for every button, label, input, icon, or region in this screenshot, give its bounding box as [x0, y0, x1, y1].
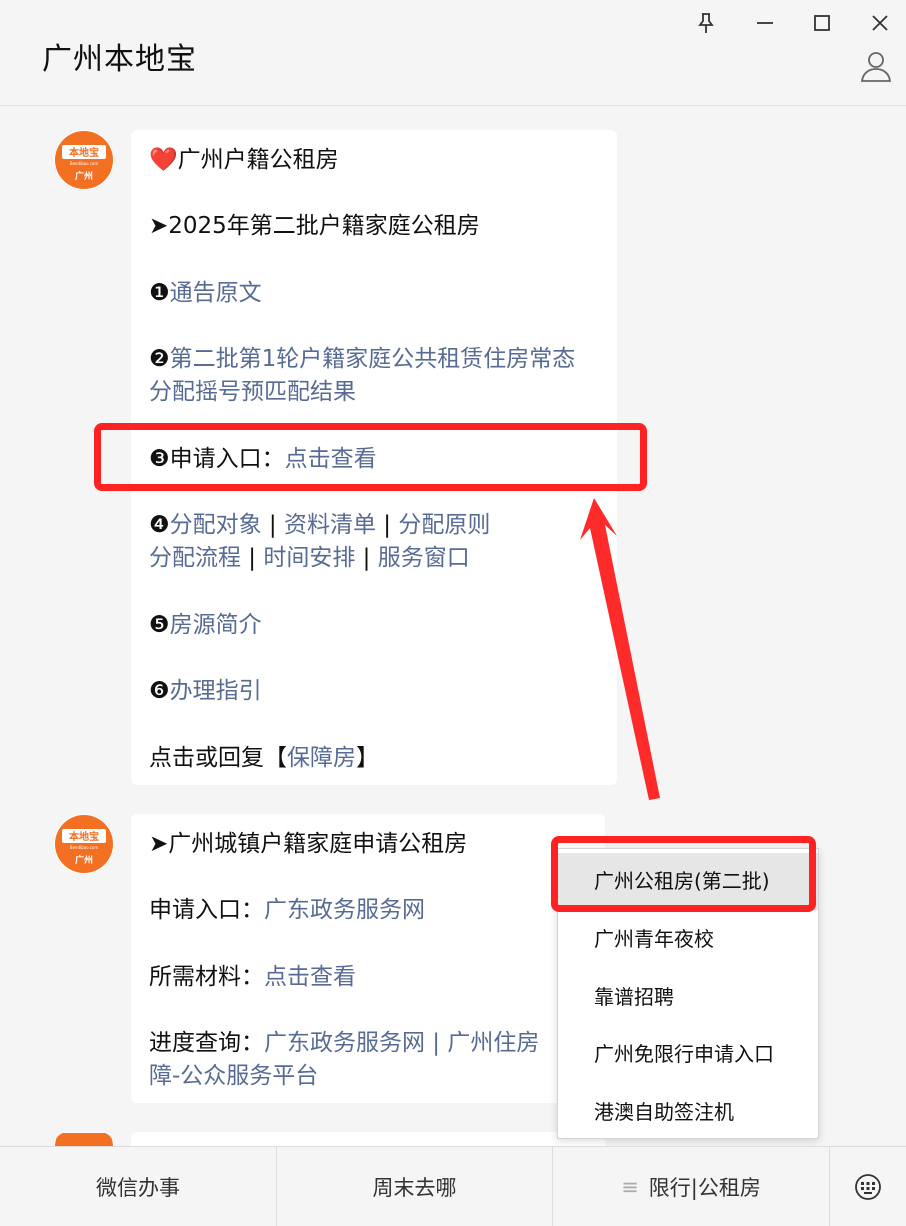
schedule-link[interactable]: 时间安排 [263, 545, 355, 571]
item-6: ❻办理指引 [149, 675, 262, 708]
menu-item-youth-night-school[interactable]: 广州青年夜校 [558, 911, 818, 968]
maximize-icon[interactable] [807, 8, 837, 38]
keyboard-icon[interactable] [830, 1147, 906, 1226]
progress-label: 进度查询： [149, 1030, 264, 1056]
item-5: ❺房源简介 [149, 609, 262, 642]
separator: | [376, 512, 399, 538]
menu-item-traffic-exemption[interactable]: 广州免限行申请入口 [558, 1026, 818, 1083]
lottery-result-link-continued[interactable]: 分配摇号预匹配结果 [149, 379, 356, 405]
progress-line: 进度查询：广东政务服务网 | 广州住房 [149, 1027, 539, 1060]
avatar-city-text: 广州 [75, 854, 93, 866]
materials-label: 所需材料： [149, 964, 264, 990]
bottom-menu-bar: 微信办事 周末去哪 ≡ 限行|公租房 [0, 1146, 906, 1226]
section-heading: ➤2025年第二批户籍家庭公租房 [149, 213, 480, 239]
avatar-site-text: Bendibao.com [70, 845, 99, 850]
housing-intro-link[interactable]: 房源简介 [170, 612, 262, 638]
item-2-continued: 分配摇号预匹配结果 [149, 376, 356, 409]
item-number: ❺ [149, 612, 170, 638]
avatar[interactable]: 本地宝 Bendibao.com 广州 [54, 130, 114, 190]
item-2: ❷第二批第1轮户籍家庭公共租赁住房常态 [149, 343, 575, 376]
footer-suffix: 】 [356, 745, 379, 771]
highlight-box [551, 836, 816, 912]
separator: | [355, 545, 378, 571]
app-title: 广州本地宝 [42, 42, 197, 77]
minimize-icon[interactable] [750, 8, 780, 38]
apply-label: 申请入口： [149, 897, 264, 923]
item-4-continued: 分配流程 | 时间安排 | 服务窗口 [149, 542, 470, 575]
separator: | [241, 545, 264, 571]
item-number: ❹ [149, 512, 170, 538]
progress-line-continued: 障-公众服务平台 [149, 1060, 318, 1093]
materials-link[interactable]: 点击查看 [264, 964, 356, 990]
separator: | [425, 1030, 448, 1056]
message-title: ➤广州城镇户籍家庭申请公租房 [149, 831, 468, 857]
close-icon[interactable] [865, 8, 895, 38]
message-title-line: ❤️广州户籍公租房 [149, 144, 339, 177]
guide-link[interactable]: 办理指引 [170, 678, 262, 704]
gz-housing-link[interactable]: 广州住房 [447, 1030, 539, 1056]
apply-line: 申请入口：广东政务服务网 [149, 894, 425, 927]
item-number: ❷ [149, 346, 170, 372]
pin-icon[interactable] [691, 8, 721, 38]
allocation-principle-link[interactable]: 分配原则 [398, 512, 490, 538]
item-1: ❶通告原文 [149, 277, 262, 310]
person-icon[interactable] [858, 48, 898, 88]
avatar-site-text: Bendibao.com [70, 161, 99, 166]
submenu-icon: ≡ [621, 1175, 639, 1199]
separator: | [261, 512, 284, 538]
avatar-logo-text: 本地宝 [69, 146, 99, 159]
avatar-logo-text: 本地宝 [69, 830, 99, 843]
gd-gov-service-link-2[interactable]: 广东政务服务网 [264, 1030, 425, 1056]
security-housing-link[interactable]: 保障房 [287, 745, 356, 771]
materials-list-link[interactable]: 资料清单 [284, 512, 376, 538]
message-bubble: ➤广州城镇户籍家庭申请公租房 申请入口：广东政务服务网 所需材料：点击查看 进度… [131, 814, 605, 1103]
menu-traffic-rental[interactable]: ≡ 限行|公租房 [553, 1147, 830, 1226]
item-number: ❶ [149, 280, 170, 306]
message-footer: 点击或回复【保障房】 [149, 742, 379, 775]
menu-traffic-rental-label: 限行|公租房 [648, 1176, 761, 1200]
highlight-box [94, 423, 647, 491]
item-4: ❹分配对象 | 资料清单 | 分配原则 [149, 509, 490, 542]
lottery-result-link[interactable]: 第二批第1轮户籍家庭公共租赁住房常态 [170, 346, 576, 372]
avatar-city-text: 广州 [75, 170, 93, 182]
avatar [54, 1132, 114, 1146]
message-title: 广州户籍公租房 [177, 147, 339, 173]
notice-link[interactable]: 通告原文 [170, 280, 262, 306]
menu-weekend[interactable]: 周末去哪 [277, 1147, 553, 1226]
title-bar: 广州本地宝 [0, 0, 906, 106]
service-window-link[interactable]: 服务窗口 [378, 545, 470, 571]
avatar[interactable]: 本地宝 Bendibao.com 广州 [54, 814, 114, 874]
materials-line: 所需材料：点击查看 [149, 961, 356, 994]
allocation-process-link[interactable]: 分配流程 [149, 545, 241, 571]
menu-item-jobs[interactable]: 靠谱招聘 [558, 969, 818, 1026]
footer-prefix: 点击或回复【 [149, 745, 287, 771]
menu-wechat-services[interactable]: 微信办事 [0, 1147, 277, 1226]
item-number: ❻ [149, 678, 170, 704]
target-link[interactable]: 分配对象 [170, 512, 262, 538]
menu-item-hk-macau-kiosk[interactable]: 港澳自助签注机 [558, 1084, 818, 1141]
gd-gov-service-link[interactable]: 广东政务服务网 [264, 897, 425, 923]
heart-icon: ❤️ [149, 147, 178, 173]
gz-housing-link-continued[interactable]: 障-公众服务平台 [149, 1063, 318, 1089]
message-bubble [131, 1132, 605, 1146]
